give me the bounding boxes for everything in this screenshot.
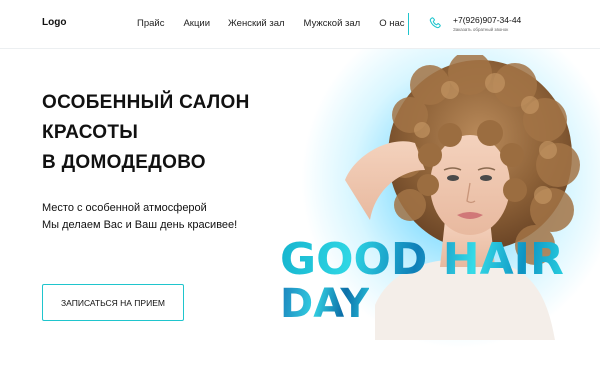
nav-item-promotions[interactable]: Акции xyxy=(183,18,210,29)
nav-item-men-hall[interactable]: Мужской зал xyxy=(304,18,361,29)
book-appointment-button[interactable]: ЗАПИСАТЬСЯ НА ПРИЕМ xyxy=(42,284,184,321)
headline-good-hair: GOOD HAIR xyxy=(280,234,564,285)
logo[interactable]: Logo xyxy=(42,17,66,28)
nav-item-about[interactable]: О нас xyxy=(379,18,404,29)
hero-subtitle-line: Место с особенной атмосферой xyxy=(42,202,207,214)
nav-item-women-hall[interactable]: Женский зал xyxy=(228,18,285,29)
hero-title-line: В ДОМОДЕДОВО xyxy=(42,152,206,173)
nav-item-price[interactable]: Прайс xyxy=(137,18,164,29)
main-nav: Прайс Акции Женский зал Мужской зал О на… xyxy=(137,18,405,29)
hero-title-line: КРАСОТЫ xyxy=(42,122,139,143)
hero-subtitle: Место с особенной атмосферой Мы делаем В… xyxy=(42,200,237,234)
header-divider xyxy=(408,13,409,35)
header: Logo Прайс Акции Женский зал Мужской зал… xyxy=(0,0,600,49)
callback-link[interactable]: Заказать обратный звонок xyxy=(453,27,508,32)
phone-icon[interactable] xyxy=(428,16,442,30)
phone-number[interactable]: +7(926)907-34-44 xyxy=(453,15,521,25)
hero-title: ОСОБЕННЫЙ САЛОН КРАСОТЫ В ДОМОДЕДОВО xyxy=(42,88,250,178)
hero-title-line: ОСОБЕННЫЙ САЛОН xyxy=(42,92,250,113)
headline-day: DAY xyxy=(280,281,370,327)
hero-subtitle-line: Мы делаем Вас и Ваш день красивее! xyxy=(42,219,238,231)
